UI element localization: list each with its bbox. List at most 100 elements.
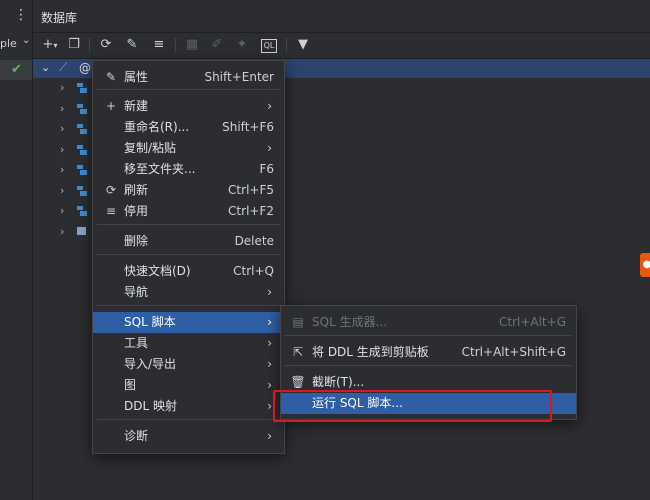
menu-item-label: 图	[124, 378, 137, 392]
expand-icon[interactable]: ›	[60, 204, 64, 217]
menu-item-label: 删除	[124, 234, 149, 248]
submenu-arrow-icon: ›	[267, 429, 272, 443]
menu-separator	[285, 365, 572, 366]
expand-icon[interactable]: ›	[60, 102, 64, 115]
menu-separator	[97, 305, 280, 306]
menu-separator	[285, 335, 572, 336]
menu-separator	[97, 224, 280, 225]
menu-item[interactable]: DDL 映射 ›	[93, 396, 284, 417]
menu-item-label: 诊断	[124, 429, 149, 443]
properties-icon: ✎	[105, 70, 117, 84]
menu-separator	[97, 419, 280, 420]
schema-icon	[77, 103, 87, 114]
toolbar-separator	[175, 38, 176, 52]
checkmark-icon: ✔	[11, 62, 22, 77]
export-icon: ⇱	[292, 345, 304, 359]
submenu-arrow-icon: ›	[267, 357, 272, 371]
submenu-arrow-icon: ›	[267, 141, 272, 155]
refresh-icon: ⟳	[105, 183, 117, 197]
submenu-item[interactable]: ▤ SQL 生成器... Ctrl+Alt+G	[281, 312, 576, 333]
table-icon[interactable]: ▦	[183, 36, 201, 54]
menu-item[interactable]: 删除 Delete	[93, 231, 284, 252]
submenu-arrow-icon: ›	[267, 315, 272, 329]
menu-item[interactable]: 移至文件夹... F6	[93, 159, 284, 180]
toolbar-separator	[89, 38, 90, 52]
edit-icon[interactable]: ✐	[208, 36, 226, 54]
menu-item-label: 停用	[124, 204, 149, 218]
menu-item-label: 移至文件夹...	[124, 162, 196, 176]
menu-item-label: SQL 脚本	[124, 315, 176, 329]
schema-icon	[77, 144, 87, 155]
submenu-arrow-icon: ›	[267, 378, 272, 392]
toolbar-separator	[286, 38, 287, 52]
menu-item[interactable]: ✎ 属性 Shift+Enter	[93, 67, 284, 88]
menu-item-label: 属性	[124, 70, 149, 84]
add-icon[interactable]: +▾	[41, 36, 59, 54]
refresh-icon[interactable]: ⟳	[97, 36, 115, 54]
submenu-arrow-icon: ›	[267, 99, 272, 113]
menu-item-shortcut: Delete	[234, 234, 274, 248]
new-icon: +	[105, 99, 117, 113]
menu-item-label: 新建	[124, 99, 149, 113]
menu-item[interactable]: 复制/粘贴 ›	[93, 138, 284, 159]
filter-icon[interactable]: ▼	[294, 36, 312, 54]
disable-datasource-icon[interactable]: ≡	[150, 36, 168, 54]
menu-item[interactable]: 重命名(R)... Shift+F6	[93, 117, 284, 138]
expand-icon[interactable]: ›	[60, 184, 64, 197]
menu-item[interactable]: 快速文档(D) Ctrl+Q	[93, 261, 284, 282]
schema-icon	[77, 226, 87, 237]
notification-badge[interactable]: ●	[640, 253, 650, 277]
menu-item-label: 刷新	[124, 183, 149, 197]
toolbar: +▾ ❐ ⟳ ✎ ≡ ▦ ✐ ✦ QL ▼	[33, 32, 650, 59]
menu-item[interactable]: 诊断 ›	[93, 426, 284, 447]
jump-icon[interactable]: ✦	[233, 36, 251, 54]
submenu-item-shortcut: Ctrl+Alt+Shift+G	[461, 345, 566, 359]
submenu-arrow-icon: ›	[267, 336, 272, 350]
chevron-down-icon[interactable]: ⌄	[22, 35, 30, 46]
tool-window-header: 数据库	[33, 0, 650, 33]
truncated-label: ple	[0, 37, 17, 50]
menu-item[interactable]: + 新建 ›	[93, 96, 284, 117]
schema-icon	[77, 124, 87, 134]
collapse-icon[interactable]: ⌄	[41, 61, 50, 74]
menu-separator	[97, 254, 280, 255]
submenu-item-label: SQL 生成器...	[312, 315, 388, 329]
copy-icon[interactable]: ❐	[65, 36, 83, 54]
disable-icon: ≡	[105, 204, 117, 218]
menu-item[interactable]: 导航 ›	[93, 282, 284, 303]
menu-separator	[97, 89, 280, 90]
menu-item-label: 重命名(R)...	[124, 120, 190, 134]
menu-item-label: 工具	[124, 336, 149, 350]
menu-item-label: 快速文档(D)	[124, 264, 191, 278]
datasource-icon: ⟋	[59, 60, 68, 74]
tool-window-title: 数据库	[41, 11, 78, 25]
menu-item[interactable]: 工具 ›	[93, 333, 284, 354]
menu-item[interactable]: ≡ 停用 Ctrl+F2	[93, 201, 284, 222]
expand-icon[interactable]: ›	[60, 81, 64, 94]
expand-icon[interactable]: ›	[60, 225, 64, 238]
submenu-item-label: 将 DDL 生成到剪贴板	[312, 345, 429, 359]
sql-generator-icon: ▤	[292, 315, 304, 329]
expand-icon[interactable]: ›	[60, 143, 64, 156]
menu-item[interactable]: ⟳ 刷新 Ctrl+F5	[93, 180, 284, 201]
menu-item-shortcut: Shift+Enter	[204, 70, 274, 84]
submenu-item[interactable]: ⇱ 将 DDL 生成到剪贴板 Ctrl+Alt+Shift+G	[281, 342, 576, 363]
menu-item-label: 复制/粘贴	[124, 141, 177, 155]
menu-item-shortcut: Ctrl+F2	[228, 204, 274, 218]
more-options-icon[interactable]: ⋮	[14, 8, 28, 22]
menu-item-label: 导入/导出	[124, 357, 177, 371]
submenu-item-shortcut: Ctrl+Alt+G	[498, 315, 566, 329]
properties-icon[interactable]: ✎	[123, 36, 141, 54]
expand-icon[interactable]: ›	[60, 122, 64, 135]
schema-icon	[77, 83, 87, 93]
menu-item[interactable]: 图 ›	[93, 375, 284, 396]
submenu-arrow-icon: ›	[267, 399, 272, 413]
menu-item[interactable]: SQL 脚本 ›	[93, 312, 284, 333]
left-tool-strip: ⋮ ple ⌄ ✔	[0, 0, 33, 500]
expand-icon[interactable]: ›	[60, 163, 64, 176]
sql-icon[interactable]: QL	[261, 39, 277, 53]
schema-icon	[77, 206, 87, 216]
menu-item-label: 导航	[124, 285, 149, 299]
menu-item[interactable]: 导入/导出 ›	[93, 354, 284, 375]
menu-item-shortcut: Shift+F6	[222, 120, 274, 134]
